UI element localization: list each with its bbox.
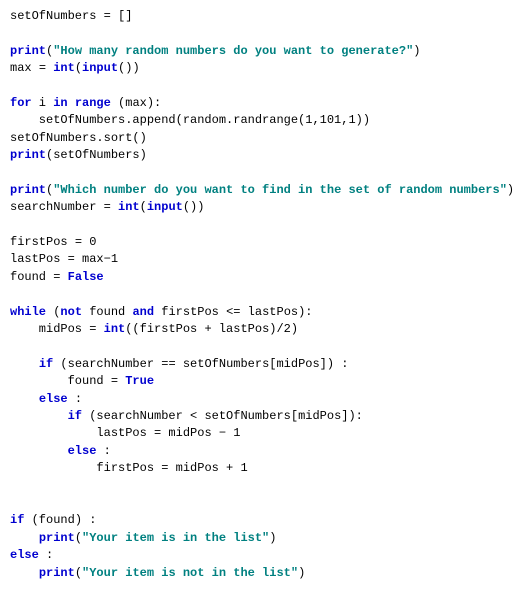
code-line: firstPos = 0 (10, 234, 503, 251)
code-line: print("How many random numbers do you wa… (10, 43, 503, 60)
code-line: if (searchNumber == setOfNumbers[midPos]… (10, 356, 503, 373)
code-line: if (found) : (10, 512, 503, 529)
code-line (10, 495, 503, 512)
code-line: searchNumber = int(input()) (10, 199, 503, 216)
code-line: setOfNumbers.append(random.randrange(1,1… (10, 112, 503, 129)
code-line: while (not found and firstPos <= lastPos… (10, 304, 503, 321)
code-line (10, 165, 503, 182)
code-line: if (searchNumber < setOfNumbers[midPos])… (10, 408, 503, 425)
code-block: setOfNumbers = [] print("How many random… (10, 8, 503, 582)
code-line: firstPos = midPos + 1 (10, 460, 503, 477)
code-line (10, 338, 503, 355)
code-line: setOfNumbers = [] (10, 8, 503, 25)
code-line (10, 478, 503, 495)
code-line: print(setOfNumbers) (10, 147, 503, 164)
code-line (10, 25, 503, 42)
code-line: print("Your item is not in the list") (10, 565, 503, 582)
code-line: midPos = int((firstPos + lastPos)/2) (10, 321, 503, 338)
code-line: else : (10, 443, 503, 460)
code-line: else : (10, 547, 503, 564)
code-line (10, 286, 503, 303)
code-line (10, 217, 503, 234)
code-line: found = False (10, 269, 503, 286)
code-line: setOfNumbers.sort() (10, 130, 503, 147)
code-line: print("Which number do you want to find … (10, 182, 503, 199)
code-line: lastPos = max−1 (10, 251, 503, 268)
code-line: print("Your item is in the list") (10, 530, 503, 547)
code-line: max = int(input()) (10, 60, 503, 77)
code-line: lastPos = midPos − 1 (10, 425, 503, 442)
code-line: else : (10, 391, 503, 408)
code-line: found = True (10, 373, 503, 390)
code-line (10, 78, 503, 95)
code-line: for i in range (max): (10, 95, 503, 112)
